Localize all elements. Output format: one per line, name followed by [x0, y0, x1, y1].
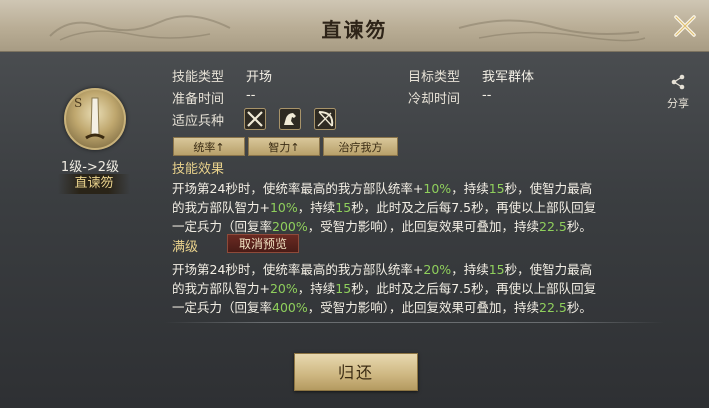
prep-time-value: -- — [246, 88, 256, 103]
cooldown-value: -- — [482, 88, 492, 103]
troop-label: 适应兵种 — [172, 114, 225, 129]
description-text: 开场第24秒时，使统率最高的我方部队统率+ — [172, 181, 424, 196]
tablet-icon — [85, 97, 105, 140]
description-text: 一定兵力（回复率 — [172, 300, 273, 315]
cooldown-label: 冷却时间 — [408, 92, 461, 107]
cloud-ornament-icon — [458, 19, 646, 42]
effect-description: 开场第24秒时，使统率最高的我方部队统率+10%，持续15秒，使智力最高 的我方部… — [172, 179, 652, 236]
skill-name: 直谏笏 — [58, 174, 130, 194]
description-text: ，持续 — [451, 181, 489, 196]
description-text: 秒，此时及之后每7.5秒，再使以上部队回复 — [351, 200, 597, 215]
highlight-value: 20% — [269, 281, 298, 296]
highlight-value: 15 — [335, 200, 352, 215]
description-text: 的我方部队智力+ — [172, 281, 270, 296]
share-icon — [671, 74, 685, 90]
share-button[interactable]: 分享 — [663, 74, 693, 111]
bow-icon[interactable] — [314, 108, 336, 130]
close-icon — [674, 15, 696, 37]
highlight-value: 15 — [488, 181, 505, 196]
skill-type-label: 技能类型 — [172, 70, 225, 85]
highlight-value: 15 — [488, 262, 505, 277]
description-text: 一定兵力（回复率 — [172, 219, 273, 234]
level-change: 1级->2级 — [60, 160, 120, 175]
description-text: ，受智力影响），此回复效果可叠加，持续 — [307, 300, 540, 315]
highlight-value: 20% — [423, 262, 452, 277]
description-text: 秒。 — [566, 300, 592, 315]
dialog-content: S 1级->2级 直谏笏 技能类型 开场 目标类型 我军群体 准备时间 -- 冷… — [0, 52, 709, 408]
effect-title: 技能效果 — [172, 162, 225, 177]
description-text: 秒。 — [566, 219, 592, 234]
description-text: 的我方部队智力+ — [172, 200, 270, 215]
description-text: ，持续 — [297, 281, 336, 296]
description-text: ，受智力影响），此回复效果可叠加，持续 — [307, 219, 540, 234]
highlight-value: 10% — [269, 200, 298, 215]
description-line: 的我方部队智力+20%，持续15秒，此时及之后每7.5秒，再使以上部队回复 — [172, 279, 652, 298]
cancel-preview-button[interactable]: 取消预览 — [227, 234, 299, 253]
share-label: 分享 — [667, 97, 689, 110]
highlight-value: 200% — [272, 219, 308, 234]
divider — [164, 322, 664, 323]
description-text: 秒，此时及之后每7.5秒，再使以上部队回复 — [351, 281, 597, 296]
description-text: ，持续 — [297, 200, 336, 215]
close-button[interactable] — [669, 10, 701, 42]
highlight-value: 15 — [335, 281, 352, 296]
description-line: 一定兵力（回复率400%，受智力影响），此回复效果可叠加，持续22.5秒。 — [172, 298, 652, 317]
description-line: 开场第24秒时，使统率最高的我方部队统率+10%，持续15秒，使智力最高 — [172, 179, 652, 198]
title-bar: 直谏笏 — [0, 0, 709, 52]
description-text: 开场第24秒时，使统率最高的我方部队统率+ — [172, 262, 424, 277]
tag-heal-allies: 治疗我方 — [323, 137, 398, 156]
spear-icon[interactable] — [244, 108, 266, 130]
description-line: 开场第24秒时，使统率最高的我方部队统率+20%，持续15秒，使智力最高 — [172, 260, 652, 279]
description-line: 的我方部队智力+10%，持续15秒，此时及之后每7.5秒，再使以上部队回复 — [172, 198, 652, 217]
description-text: ，持续 — [451, 262, 489, 277]
tag-intellect-up: 智力↑ — [248, 137, 320, 156]
highlight-value: 22.5 — [539, 219, 567, 234]
max-level-title: 满级 — [172, 240, 199, 255]
skill-dialog: 直谏笏 S 1级->2级 直谏笏 技能类型 开场 目标类型 我军群体 准备时间 … — [0, 0, 709, 408]
highlight-value: 10% — [423, 181, 452, 196]
skill-icon[interactable]: S — [64, 88, 126, 150]
skill-type-value: 开场 — [246, 70, 273, 85]
max-level-description: 开场第24秒时，使统率最高的我方部队统率+20%，持续15秒，使智力最高 的我方部… — [172, 260, 652, 317]
highlight-value: 22.5 — [539, 300, 567, 315]
return-button[interactable]: 归还 — [294, 353, 418, 391]
prep-time-label: 准备时间 — [172, 92, 225, 107]
description-text: 秒，使智力最高 — [504, 262, 593, 277]
highlight-value: 400% — [272, 300, 308, 315]
tag-command-up: 统率↑ — [173, 137, 245, 156]
cavalry-icon[interactable] — [279, 108, 301, 130]
target-type-value: 我军群体 — [482, 70, 535, 85]
target-type-label: 目标类型 — [408, 70, 461, 85]
description-text: 秒，使智力最高 — [504, 181, 593, 196]
